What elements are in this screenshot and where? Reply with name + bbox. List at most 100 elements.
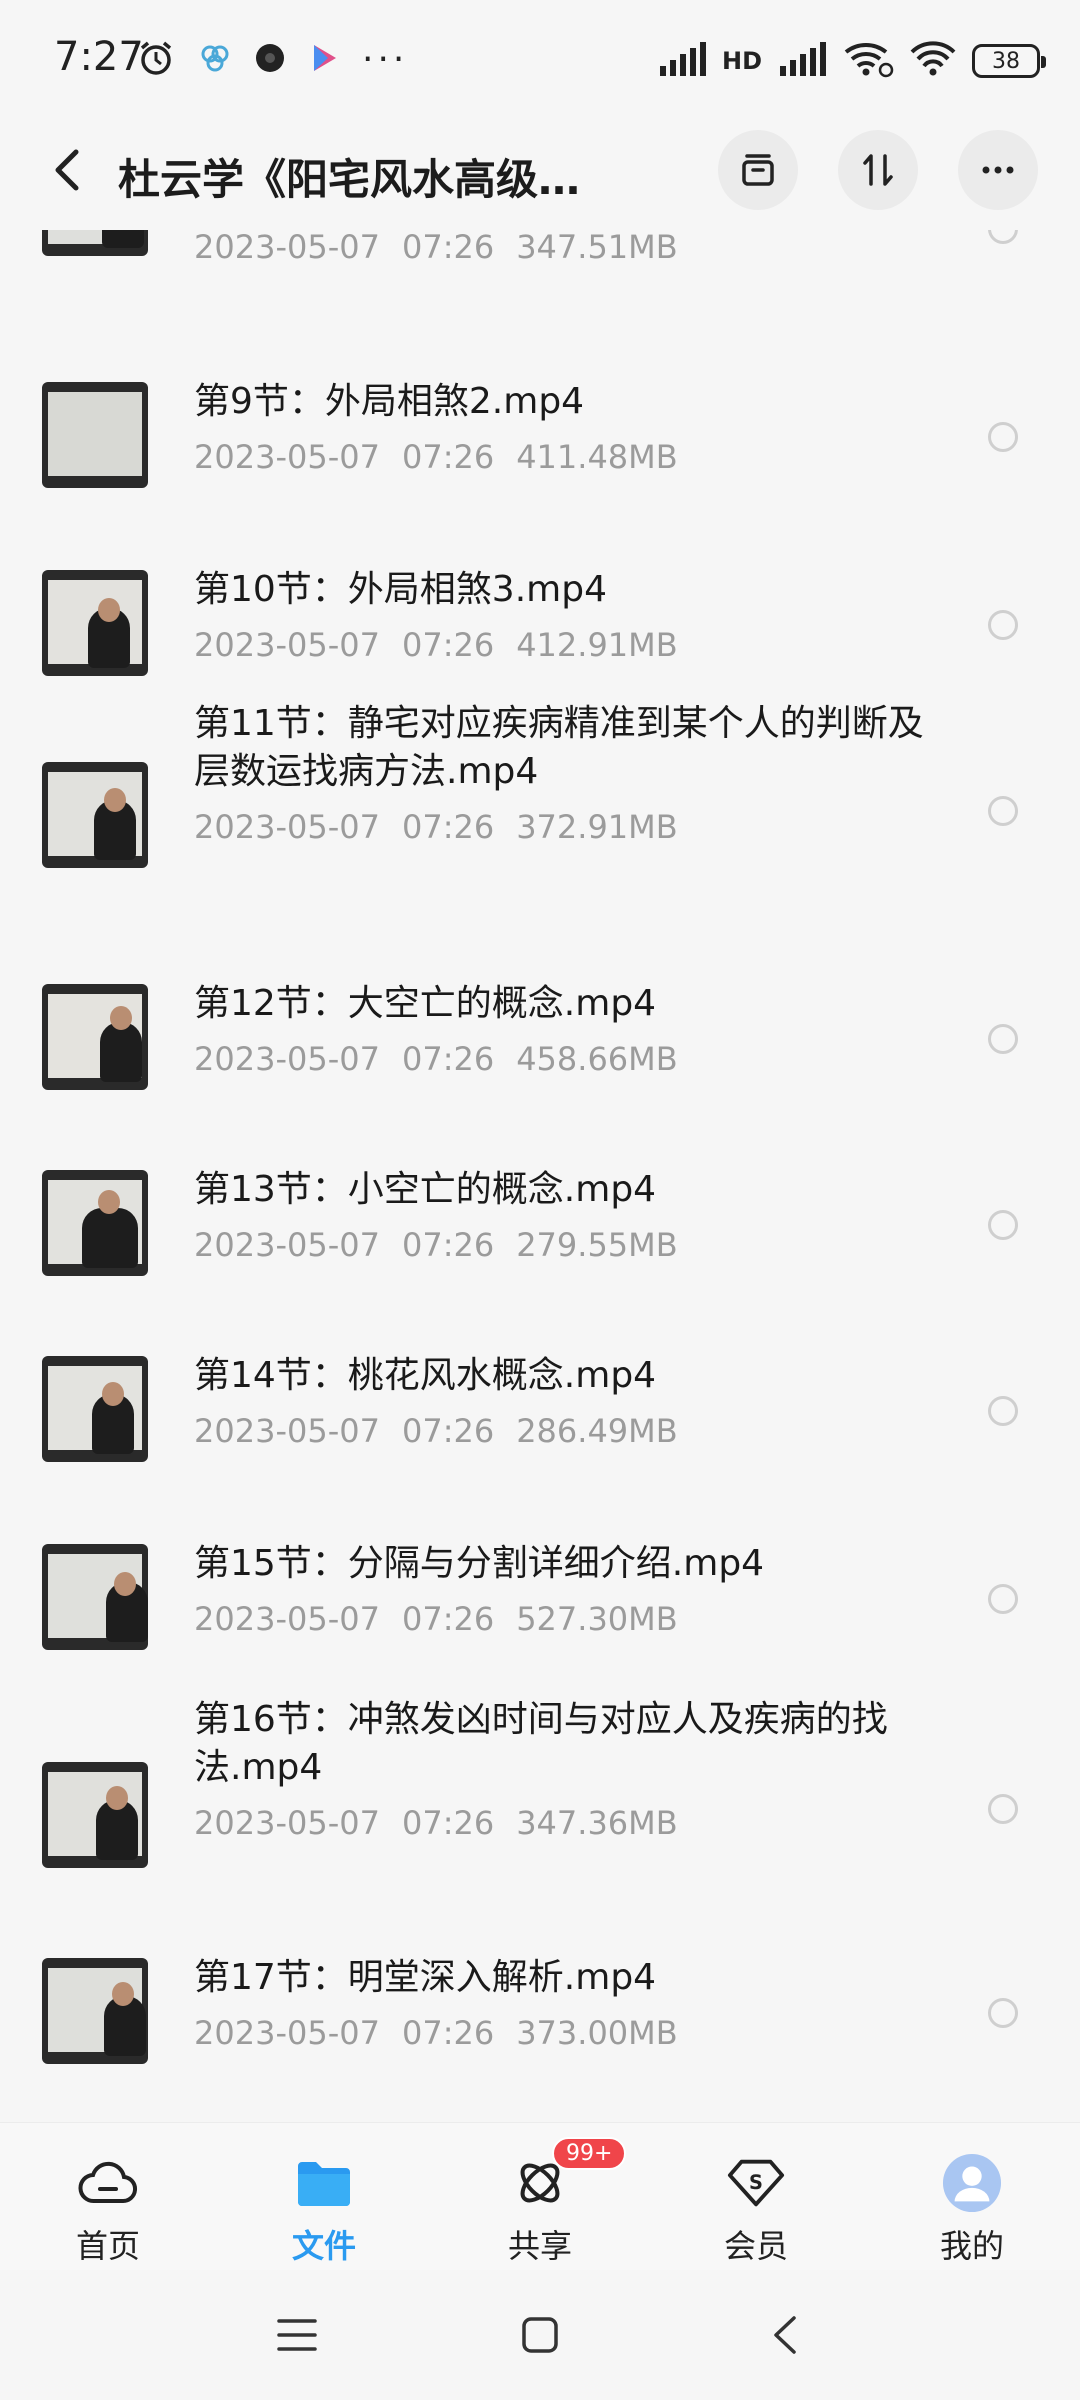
cloud-home-icon: [78, 2153, 138, 2213]
back-nav-button[interactable]: [750, 2300, 820, 2370]
select-radio[interactable]: [988, 422, 1018, 452]
sort-button[interactable]: [838, 130, 918, 210]
file-row[interactable]: 第12节：大空亡的概念.mp4 2023-05-07 07:26 458.66MB: [0, 983, 1080, 1094]
signal-icon: [658, 42, 706, 80]
file-row[interactable]: 第10节：外局相煞3.mp4 2023-05-07 07:26 412.91MB: [0, 569, 1080, 680]
nav-label: 共享: [507, 2227, 572, 2265]
app-header: 杜云学《阳宅风水高级…: [0, 120, 1080, 220]
file-name: 第10节：外局相煞3.mp4: [194, 569, 607, 610]
signal-icon-2: [778, 42, 826, 80]
nav-files[interactable]: 文件: [244, 2123, 404, 2271]
file-time: 07:26: [401, 2014, 495, 2052]
file-name: 第14节：桃花风水概念.mp4: [194, 1355, 657, 1396]
home-button[interactable]: [505, 2300, 575, 2370]
select-radio[interactable]: [988, 1210, 1018, 1240]
file-meta: 2023-05-07 07:26 412.91MB: [194, 626, 700, 664]
video-thumbnail: [42, 1762, 148, 1868]
video-thumbnail: [42, 1356, 148, 1462]
recents-button[interactable]: [262, 2300, 332, 2370]
battery-indicator: 38: [972, 44, 1046, 78]
nav-profile[interactable]: 我的: [892, 2123, 1052, 2271]
file-size: 411.48MB: [516, 438, 678, 476]
file-time: 07:26: [401, 1804, 495, 1842]
file-meta: 2023-05-07 07:26 347.51MB: [194, 230, 700, 266]
file-date: 2023-05-07: [194, 2014, 380, 2052]
select-radio[interactable]: [988, 1998, 1018, 2028]
file-name: 第13节：小空亡的概念.mp4: [194, 1169, 657, 1210]
nav-label: 会员: [723, 2227, 788, 2265]
video-thumbnail: [42, 570, 148, 676]
file-time: 07:26: [401, 1040, 495, 1078]
archive-button[interactable]: [718, 130, 798, 210]
file-date: 2023-05-07: [194, 1600, 380, 1638]
file-size: 372.91MB: [516, 808, 678, 846]
select-radio[interactable]: [988, 796, 1018, 826]
file-name: 第12节：大空亡的概念.mp4: [194, 983, 657, 1024]
folder-icon: [294, 2153, 354, 2213]
file-meta: 2023-05-07 07:26 286.49MB: [194, 1412, 700, 1450]
file-time: 07:26: [401, 1412, 495, 1450]
notification-icons: ···: [136, 38, 408, 82]
file-meta: 2023-05-07 07:26 372.91MB: [194, 808, 700, 846]
wifi-link-icon: [842, 40, 894, 82]
file-name: 第17节：明堂深入解析.mp4: [194, 1957, 657, 1998]
select-radio[interactable]: [988, 1794, 1018, 1824]
file-name: 第9节：外局相煞2.mp4: [194, 381, 585, 422]
file-date: 2023-05-07: [194, 1412, 380, 1450]
nav-home[interactable]: 首页: [28, 2123, 188, 2271]
file-row[interactable]: 2023-05-07 07:26 347.51MB: [0, 230, 1080, 300]
hd-label: HD: [721, 47, 762, 75]
file-date: 2023-05-07: [194, 626, 380, 664]
avatar-icon: [942, 2153, 1002, 2213]
file-row[interactable]: 第13节：小空亡的概念.mp4 2023-05-07 07:26 279.55MB: [0, 1169, 1080, 1280]
file-name: 第15节：分隔与分割详细介绍.mp4: [194, 1543, 765, 1584]
select-radio[interactable]: [988, 1396, 1018, 1426]
svg-text:S: S: [749, 2171, 763, 2194]
file-time: 07:26: [401, 1226, 495, 1264]
video-thumbnail: [42, 984, 148, 1090]
video-thumbnail: [42, 762, 148, 868]
back-button[interactable]: [40, 142, 96, 198]
status-time: 7:27: [54, 34, 144, 80]
menu-icon: [277, 2319, 317, 2351]
select-radio[interactable]: [988, 230, 1018, 244]
file-row[interactable]: 第9节：外局相煞2.mp4 2023-05-07 07:26 411.48MB: [0, 381, 1080, 492]
file-time: 07:26: [401, 1600, 495, 1638]
file-name: 第11节：静宅对应疾病精准到某个人的判断及层数运找病方法.mp4: [194, 703, 924, 792]
select-radio[interactable]: [988, 1024, 1018, 1054]
status-right: HD 38: [658, 40, 1046, 82]
file-date: 2023-05-07: [194, 1804, 380, 1842]
file-date: 2023-05-07: [194, 1226, 380, 1264]
nav-vip[interactable]: S 会员: [676, 2123, 836, 2271]
file-time: 07:26: [401, 626, 495, 664]
video-thumbnail: [42, 1544, 148, 1650]
file-date: 2023-05-07: [194, 230, 380, 266]
video-thumbnail: [42, 230, 148, 256]
file-meta: 2023-05-07 07:26 527.30MB: [194, 1600, 700, 1638]
play-store-icon: [308, 42, 340, 78]
file-size: 286.49MB: [516, 1412, 678, 1450]
bottom-nav: 首页 文件 99+ 共享 S 会员 我的: [0, 2122, 1080, 2270]
file-size: 373.00MB: [516, 2014, 678, 2052]
file-size: 527.30MB: [516, 1600, 678, 1638]
video-thumbnail: [42, 1170, 148, 1276]
more-icon: [982, 166, 1014, 174]
archive-icon: [742, 154, 774, 186]
file-meta: 2023-05-07 07:26 279.55MB: [194, 1226, 700, 1264]
page-title: 杜云学《阳宅风水高级…: [118, 155, 581, 204]
file-meta: 2023-05-07 07:26 347.36MB: [194, 1804, 700, 1842]
vip-icon: S: [726, 2153, 786, 2213]
nav-share[interactable]: 99+ 共享: [460, 2123, 627, 2271]
file-row[interactable]: 第17节：明堂深入解析.mp4 2023-05-07 07:26 373.00MB: [0, 1957, 1080, 2068]
file-row[interactable]: 第16节：冲煞发凶时间与对应人及疾病的找法.mp4 2023-05-07 07:2…: [0, 1699, 1080, 1930]
nav-label: 文件: [291, 2227, 356, 2265]
file-row[interactable]: 第11节：静宅对应疾病精准到某个人的判断及层数运找病方法.mp4 2023-05…: [0, 703, 1080, 930]
file-row[interactable]: 第14节：桃花风水概念.mp4 2023-05-07 07:26 286.49MB: [0, 1355, 1080, 1466]
file-row[interactable]: 第15节：分隔与分割详细介绍.mp4 2023-05-07 07:26 527.30…: [0, 1543, 1080, 1654]
select-radio[interactable]: [988, 1584, 1018, 1614]
more-button[interactable]: [958, 130, 1038, 210]
file-list[interactable]: 2023-05-07 07:26 347.51MB 第9节：外局相煞2.mp4 20…: [0, 230, 1080, 2120]
select-radio[interactable]: [988, 610, 1018, 640]
file-time: 07:26: [401, 438, 495, 476]
file-date: 2023-05-07: [194, 438, 380, 476]
